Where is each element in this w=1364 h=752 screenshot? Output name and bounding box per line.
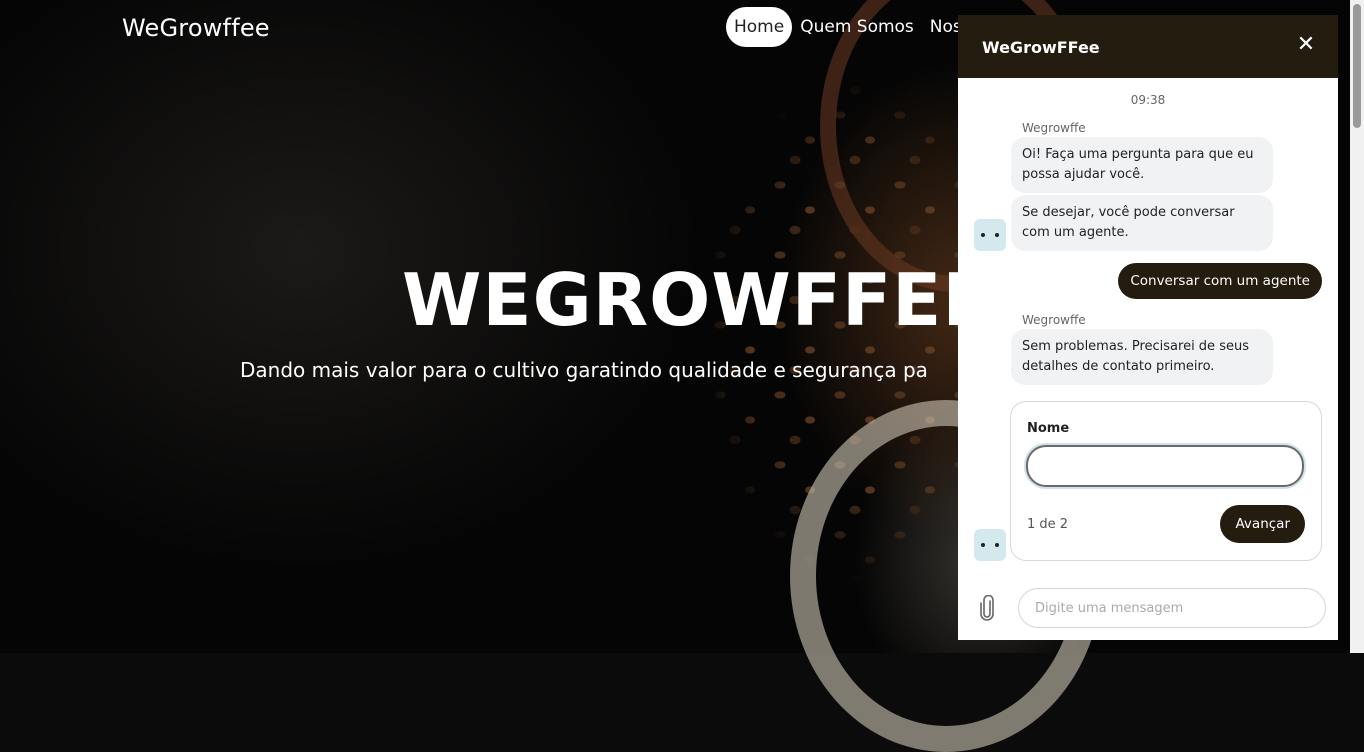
site-logo[interactable]: WeGrowffee: [122, 14, 270, 42]
chat-header: WeGrowFFee ✕: [958, 15, 1338, 78]
nav-home[interactable]: Home: [726, 7, 793, 47]
bot-message: Oi! Faça uma pergunta para que eu possa …: [1011, 137, 1273, 193]
scrollbar-thumb[interactable]: [1353, 4, 1361, 128]
hero-title: WEGROWFFEE: [402, 258, 993, 342]
close-icon[interactable]: ✕: [1296, 34, 1316, 56]
contact-form-card: Nome 1 de 2 Avançar: [1010, 401, 1322, 561]
bot-avatar-icon: [974, 219, 1006, 251]
message-input[interactable]: [1018, 588, 1326, 628]
bot-message: Se desejar, você pode conversar com um a…: [1011, 195, 1273, 251]
name-field-label: Nome: [1027, 421, 1070, 436]
hero-subtitle: Dando mais valor para o cultivo garatind…: [240, 358, 928, 382]
message-sender: Wegrowffe: [1022, 313, 1086, 327]
page-scrollbar[interactable]: [1350, 0, 1364, 653]
paperclip-icon-svg: [980, 594, 994, 621]
nav-quem-somos[interactable]: Quem Somos: [792, 7, 922, 47]
next-button[interactable]: Avançar: [1220, 505, 1305, 543]
message-sender: Wegrowffe: [1022, 121, 1086, 135]
bot-avatar-icon: [974, 529, 1006, 561]
name-field[interactable]: [1026, 445, 1304, 487]
chat-title: WeGrowFFee: [982, 38, 1100, 57]
form-step-indicator: 1 de 2: [1027, 517, 1069, 532]
paperclip-icon[interactable]: [980, 594, 1000, 623]
chat-widget: WeGrowFFee ✕ 09:38 Wegrowffe Oi! Faça um…: [958, 15, 1338, 640]
bot-message: Sem problemas. Precisarei de seus detalh…: [1011, 329, 1273, 385]
chat-timestamp: 09:38: [1130, 93, 1166, 107]
talk-to-agent-button[interactable]: Conversar com um agente: [1118, 263, 1322, 299]
